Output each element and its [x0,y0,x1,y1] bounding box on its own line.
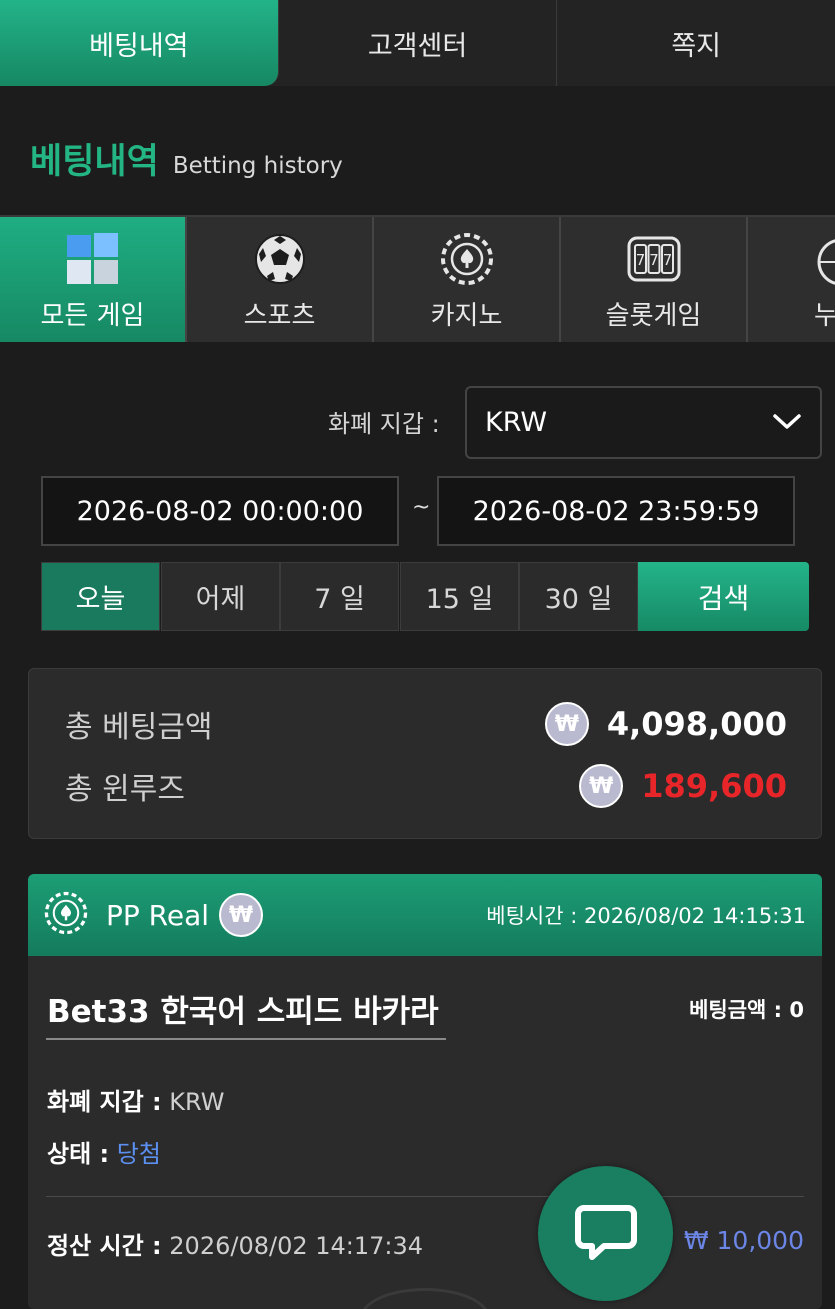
casino-chip-icon [44,891,88,939]
title-underline [46,1038,446,1040]
tab-betting-history[interactable]: 베팅내역 [0,0,279,86]
page-title-korean: 베팅내역 [30,142,159,182]
won-coin-icon: ₩ [219,893,264,937]
bet-record-card: PP Real ₩ 베팅시간 : 2026/08/02 14:15:31 Bet… [28,874,822,1309]
settle-time: 2026/08/02 14:17:34 [169,1232,424,1260]
provider-name: PP Real [106,898,210,932]
date-to-input[interactable]: 2026-08-02 23:59:59 [437,476,795,546]
category-label: 모든 게임 [40,301,145,331]
game-title: Bet33 한국어 스피드 바카라 [47,994,439,1030]
total-winloss-row: 총 윈루즈 ₩ 189,600 [65,761,787,811]
category-sports[interactable]: 스포츠 [187,217,374,342]
status-value: 당첨 [116,1140,161,1168]
bet-amount: 베팅금액 : 0 [689,998,804,1022]
svg-text:7: 7 [662,251,672,269]
game-category-tabs: 모든 게임 스포츠 카지노 7 7 7 슬롯게임 [0,215,835,342]
currency-select[interactable]: KRW [465,386,822,459]
period-yesterday-button[interactable]: 어제 [161,562,280,631]
period-30days-button[interactable]: 30 일 [519,562,638,631]
search-button[interactable]: 검색 [638,562,809,631]
settle-label: 정산 시간 : [47,1232,162,1260]
all-games-icon [65,229,121,289]
won-coin-icon: ₩ [544,702,589,746]
tab-messages[interactable]: 쪽지 [557,0,835,86]
tab-customer-center[interactable]: 고객센터 [279,0,558,86]
date-separator: ~ [412,495,431,520]
chevron-down-icon [772,407,802,438]
wallet-label: 화폐 지갑 : [47,1088,162,1116]
more-icon [814,229,835,289]
casino-chip-icon [440,229,494,289]
wallet-value: KRW [169,1088,225,1116]
category-label: 카지노 [430,301,503,331]
chat-button[interactable] [538,1166,673,1301]
svg-text:7: 7 [635,251,645,269]
date-from-input[interactable]: 2026-08-02 00:00:00 [41,476,399,546]
settle-row: 정산 시간 : 2026/08/02 14:17:34 [47,1226,423,1261]
category-label: 누 [814,295,835,332]
total-bet-value: 4,098,000 [606,705,787,743]
category-label: 스포츠 [243,301,316,331]
wallet-row: 화폐 지갑 : KRW [47,1082,224,1117]
chat-bubble-icon [574,1202,638,1266]
currency-select-value: KRW [485,407,548,438]
total-winloss-value: 189,600 [641,767,787,805]
total-winloss-label: 총 윈루즈 [65,772,185,807]
status-row: 상태 : 당첨 [47,1134,161,1169]
currency-label: 화폐 지갑 : [328,410,440,438]
period-15days-button[interactable]: 15 일 [400,562,519,631]
total-bet-row: 총 베팅금액 ₩ 4,098,000 [65,699,787,749]
category-all-games[interactable]: 모든 게임 [0,217,187,342]
top-tab-bar: 베팅내역 고객센터 쪽지 [0,0,835,86]
card-divider [46,1196,804,1197]
category-slots[interactable]: 7 7 7 슬롯게임 [561,217,748,342]
category-casino[interactable]: 카지노 [374,217,561,342]
payout-amount: ₩ 10,000 [683,1226,804,1255]
bet-time: 베팅시간 : 2026/08/02 14:15:31 [486,904,806,928]
status-label: 상태 : [47,1140,110,1168]
period-7days-button[interactable]: 7 일 [280,562,399,631]
category-more[interactable]: 누 [748,217,835,342]
page-title-english: Betting history [172,153,343,179]
svg-text:7: 7 [649,251,659,269]
page-title: 베팅내역 Betting history [30,133,343,184]
bet-card-header: PP Real ₩ 베팅시간 : 2026/08/02 14:15:31 [28,874,822,956]
total-bet-label: 총 베팅금액 [65,710,213,745]
period-today-button[interactable]: 오늘 [41,562,160,631]
won-coin-icon: ₩ [579,764,624,808]
betting-summary: 총 베팅금액 ₩ 4,098,000 총 윈루즈 ₩ 189,600 [28,668,822,839]
category-label: 슬롯게임 [605,301,702,331]
slot-machine-icon: 7 7 7 [626,229,682,289]
soccer-ball-icon [253,229,307,289]
